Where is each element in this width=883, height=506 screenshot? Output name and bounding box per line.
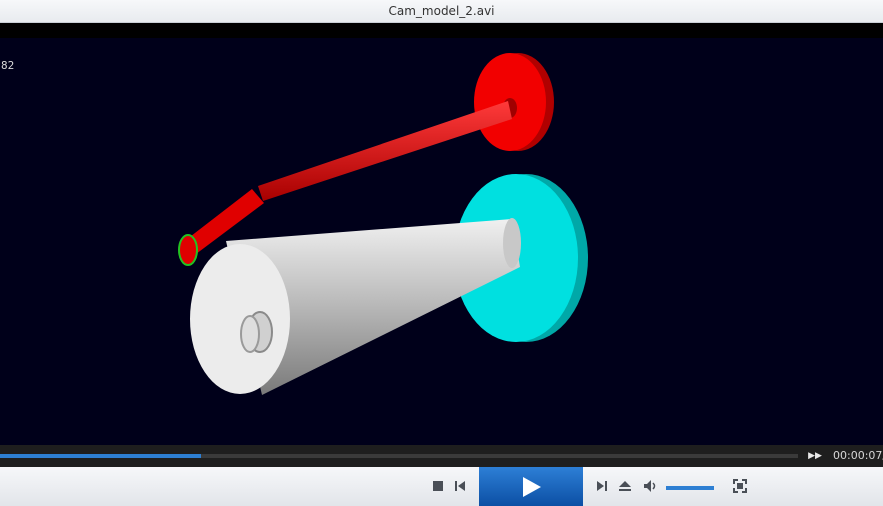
control-bar [0, 467, 883, 506]
fast-forward-icon[interactable]: ▶▶ [805, 449, 825, 463]
red-disc [474, 53, 554, 151]
fullscreen-icon[interactable] [732, 478, 748, 494]
cam-model-render [178, 53, 588, 395]
stop-icon[interactable] [430, 478, 446, 494]
play-icon [523, 476, 541, 497]
video-frame[interactable]: 82 [0, 38, 883, 445]
window-title: Cam_model_2.avi [388, 4, 495, 18]
time-display: 00:00:07/0 [833, 449, 883, 462]
seek-bar[interactable]: ▶▶ 00:00:07/0 [0, 445, 883, 467]
seek-track[interactable] [0, 454, 798, 458]
speaker-icon[interactable] [643, 478, 659, 494]
seek-progress [0, 454, 202, 458]
volume-level [666, 486, 714, 490]
title-bar: Cam_model_2.avi [0, 0, 883, 23]
skip-next-icon[interactable] [594, 478, 610, 494]
video-viewport[interactable]: 82 [0, 23, 883, 445]
frame-counter: 82 [1, 59, 15, 72]
eject-icon[interactable] [617, 478, 633, 494]
skip-previous-icon[interactable] [452, 478, 468, 494]
play-button[interactable] [479, 467, 583, 506]
volume-slider[interactable] [666, 486, 714, 490]
